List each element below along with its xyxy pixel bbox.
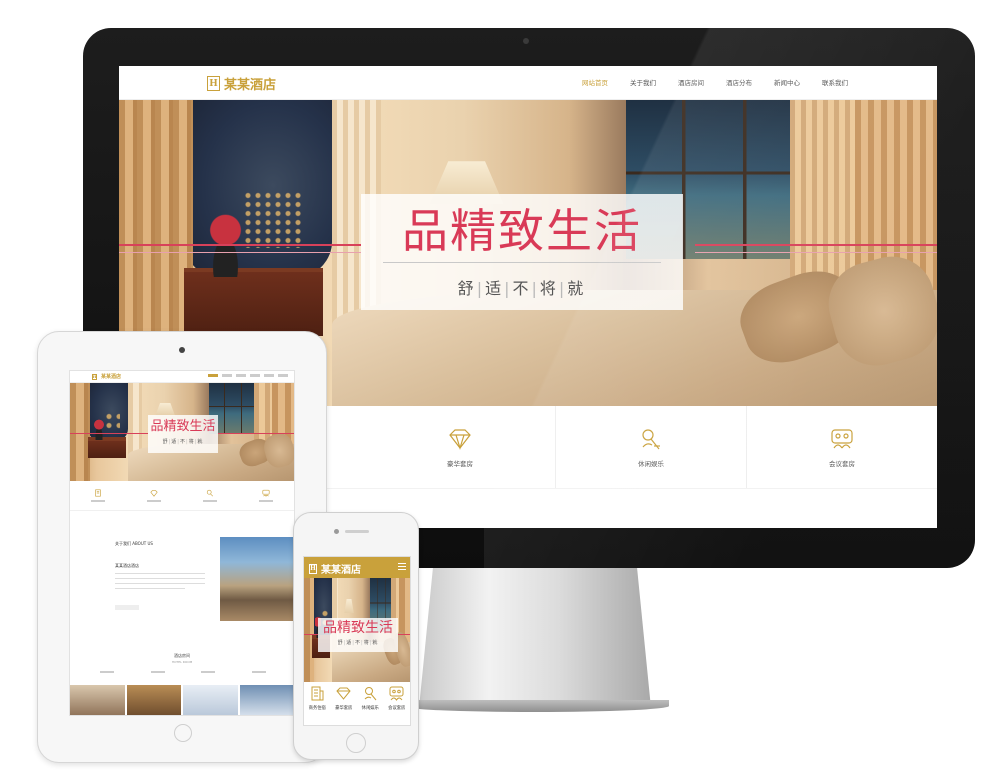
hero-line-right — [695, 244, 937, 246]
business-icon — [95, 489, 101, 497]
hero-title: 品精致生活 — [150, 419, 216, 434]
logo-text: 某某酒店 — [321, 565, 361, 576]
tablet-feature-leisure[interactable] — [182, 489, 238, 502]
home-button — [346, 733, 366, 753]
tablet-rooms-section: 酒店房间 HOTEL ROOM — [70, 651, 294, 715]
iphone-screen: H 某某酒店 品精致生活 舒|适|不|将|就 商务住宿 豪华套房 休闲娱乐 会议… — [303, 556, 411, 726]
nav-item-contact[interactable]: 联系我们 — [811, 66, 859, 100]
tablet-nav[interactable] — [208, 374, 288, 377]
hero-title: 品精致生活 — [323, 620, 393, 636]
about-more-button[interactable] — [115, 605, 139, 610]
meeting-icon — [389, 686, 404, 701]
feature-label: 休闲娱乐 — [638, 460, 664, 468]
menu-icon[interactable] — [398, 563, 406, 571]
feature-label: 会议套房 — [388, 706, 406, 711]
logo-mark-icon: H — [92, 373, 97, 380]
business-icon — [311, 686, 324, 701]
mobile-feature-meeting[interactable]: 会议套房 — [388, 685, 406, 725]
mobile-feature-leisure[interactable]: 休闲娱乐 — [361, 685, 379, 725]
site-logo[interactable]: H 某某酒店 — [207, 74, 276, 93]
about-title: 关于我们 ABOUT US — [115, 541, 153, 546]
diamond-icon — [449, 429, 471, 451]
mobile-feature-luxury[interactable]: 豪华套房 — [335, 685, 353, 725]
logo-mark-icon: H — [309, 563, 317, 574]
tablet-hero: 品精致生活 舒|适|不|将|就 — [70, 383, 294, 481]
feature-meeting-suite[interactable]: 会议套房 — [747, 406, 937, 488]
hero-title: 品精致生活 — [402, 204, 642, 258]
about-photo — [220, 537, 294, 621]
logo-text: 某某酒店 — [224, 78, 277, 93]
rooms-tabs[interactable] — [100, 671, 266, 673]
mobile-feature-bar: 商务住宿 豪华套房 休闲娱乐 会议套房 — [304, 685, 410, 725]
hero-text-box: 品精致生活 舒 | 适 | 不 | 将 | 就 — [361, 194, 683, 310]
mobile-feature-business[interactable]: 商务住宿 — [308, 685, 326, 725]
mobile-header: H 某某酒店 — [304, 557, 410, 578]
tablet-about-section: 关于我们 ABOUT US 某某酒店酒店 — [70, 531, 294, 641]
rooms-photos — [70, 685, 294, 715]
feature-label: 休闲娱乐 — [361, 706, 379, 711]
feature-luxury-suite[interactable]: 豪华套房 — [365, 406, 556, 488]
nav-item-rooms[interactable]: 酒店房间 — [667, 66, 715, 100]
hero-text-box: 品精致生活 舒|适|不|将|就 — [318, 618, 398, 652]
feature-label: 豪华套房 — [447, 460, 473, 468]
rooms-title: 酒店房间 — [174, 653, 190, 658]
hero-line-right-thin — [695, 252, 937, 253]
camera-icon — [334, 529, 339, 534]
hero-line-left — [119, 244, 361, 246]
leisure-icon — [206, 489, 214, 497]
hero-line-left-thin — [119, 252, 361, 253]
main-nav: 网站首页 关于我们 酒店房间 酒店分布 新闻中心 联系我们 — [571, 66, 859, 100]
diamond-icon — [336, 687, 351, 700]
tablet-logo[interactable]: H 某某酒店 — [92, 373, 121, 380]
imac-stand — [419, 568, 651, 708]
nav-item-about[interactable]: 关于我们 — [619, 66, 667, 100]
nav-item-home[interactable]: 网站首页 — [571, 66, 619, 100]
diamond-icon — [150, 490, 158, 497]
imac-base — [401, 700, 669, 712]
hero-subtitle: 舒|适|不|将|就 — [337, 640, 379, 646]
ipad: H 某某酒店 品精致生活 舒|适|不|将|就 关于我们 ABOUT US 某某酒… — [37, 331, 327, 763]
feature-label: 豪华套房 — [335, 706, 353, 711]
feature-label: 会议套房 — [829, 460, 855, 468]
meeting-icon — [262, 489, 270, 497]
tablet-feature-bar — [70, 481, 294, 511]
hero-text-box: 品精致生活 舒|适|不|将|就 — [148, 415, 218, 453]
feature-bar: 豪华套房 休闲娱乐 会议套房 — [365, 406, 937, 488]
leisure-icon — [364, 687, 377, 701]
hero-subtitle: 舒|适|不|将|就 — [162, 439, 204, 445]
mobile-hero: 品精致生活 舒|适|不|将|就 — [304, 578, 410, 682]
feature-leisure[interactable]: 休闲娱乐 — [556, 406, 747, 488]
nav-item-news[interactable]: 新闻中心 — [763, 66, 811, 100]
leisure-icon — [642, 429, 660, 450]
tablet-header: H 某某酒店 — [70, 371, 294, 383]
tablet-feature-luxury[interactable] — [126, 489, 182, 502]
tablet-feature-meeting[interactable] — [238, 489, 294, 502]
logo-mark-icon: H — [207, 76, 220, 91]
site-header: H 某某酒店 网站首页 关于我们 酒店房间 酒店分布 新闻中心 联系我们 — [119, 66, 937, 100]
about-subtitle: 某某酒店酒店 — [115, 563, 139, 568]
camera-icon — [523, 38, 529, 44]
iphone: H 某某酒店 品精致生活 舒|适|不|将|就 商务住宿 豪华套房 休闲娱乐 会议… — [293, 512, 419, 760]
mobile-logo[interactable]: H 某某酒店 — [309, 561, 361, 576]
rooms-subtitle: HOTEL ROOM — [171, 660, 193, 664]
home-button — [174, 724, 192, 742]
meeting-icon — [831, 429, 853, 449]
feature-label: 商务住宿 — [308, 706, 326, 711]
logo-text: 某某酒店 — [101, 374, 122, 380]
speaker-icon — [345, 530, 369, 533]
tablet-feature-business[interactable] — [70, 489, 126, 502]
camera-icon — [179, 347, 185, 353]
ipad-screen: H 某某酒店 品精致生活 舒|适|不|将|就 关于我们 ABOUT US 某某酒… — [69, 370, 295, 716]
nav-item-locations[interactable]: 酒店分布 — [715, 66, 763, 100]
hero-subtitle: 舒 | 适 | 不 | 将 | 就 — [457, 279, 587, 298]
